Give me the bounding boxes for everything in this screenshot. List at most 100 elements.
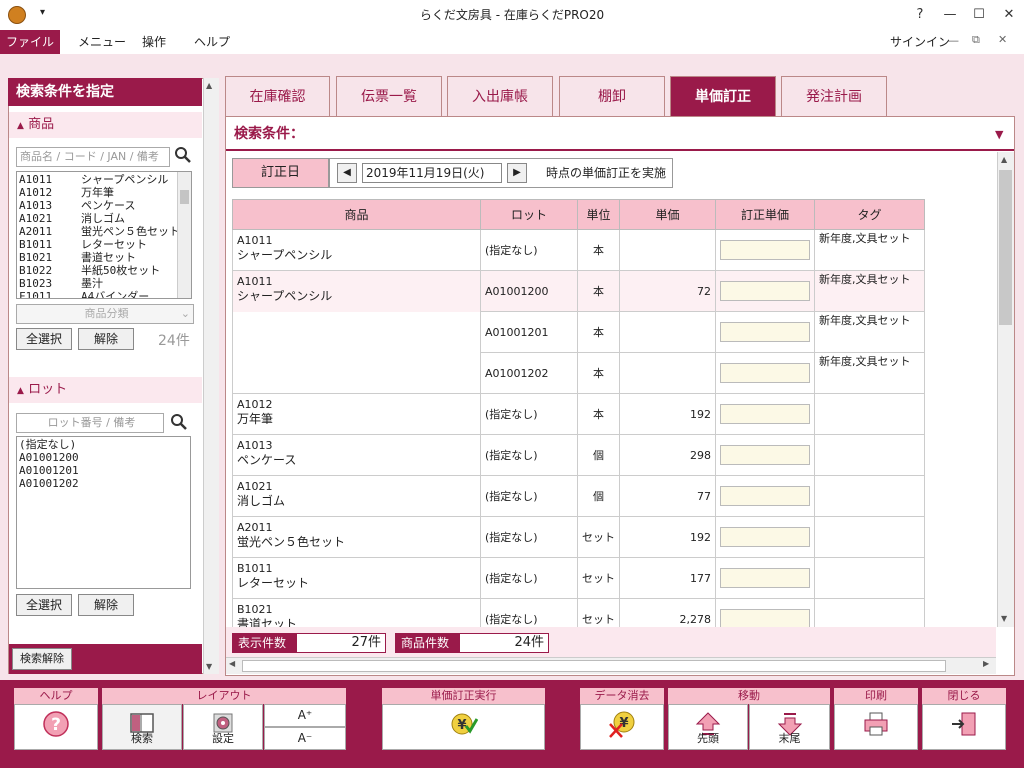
close-screen-button[interactable] bbox=[922, 704, 1006, 750]
lot-list-item[interactable]: A01001201 bbox=[19, 464, 188, 477]
lot-list[interactable]: (指定なし) A01001200 A01001201 A01001202 bbox=[16, 436, 191, 589]
tab-inventory[interactable]: 棚卸 bbox=[559, 76, 665, 116]
lot-section-header[interactable]: ▲ ロット bbox=[9, 377, 202, 403]
corrected-price-input[interactable] bbox=[720, 404, 810, 424]
product-list-item[interactable]: F1011 A4バインダー bbox=[19, 290, 189, 298]
layout-search-button[interactable]: 検索 bbox=[102, 704, 182, 750]
corrected-price-cell[interactable] bbox=[715, 475, 815, 517]
column-header-tag[interactable]: タグ bbox=[814, 199, 925, 230]
product-list-item[interactable]: B1011 レターセット bbox=[19, 238, 189, 251]
table-scroll-thumb[interactable] bbox=[999, 170, 1012, 325]
corrected-price-cell[interactable] bbox=[715, 516, 815, 558]
lot-search-input[interactable]: ロット番号 / 備考 bbox=[16, 413, 164, 433]
corrected-price-input[interactable] bbox=[720, 322, 810, 342]
minimize-button[interactable]: — bbox=[935, 0, 965, 30]
search-icon[interactable] bbox=[170, 413, 188, 431]
scroll-right-icon[interactable]: ▶ bbox=[983, 659, 989, 668]
product-list-item[interactable]: B1023 墨汁 bbox=[19, 277, 189, 290]
clear-data-button[interactable]: ¥ bbox=[580, 704, 664, 750]
tab-inout-ledger[interactable]: 入出庫帳 bbox=[447, 76, 553, 116]
left-panel-scrollbar[interactable] bbox=[203, 78, 219, 674]
clear-search-button[interactable]: 検索解除 bbox=[12, 648, 72, 670]
lot-clear-button[interactable]: 解除 bbox=[78, 594, 134, 616]
date-prev-button[interactable]: ◀ bbox=[337, 163, 357, 183]
corrected-price-input[interactable] bbox=[720, 363, 810, 383]
corrected-price-cell[interactable] bbox=[715, 393, 815, 435]
menu-menu[interactable]: メニュー bbox=[66, 30, 138, 54]
product-select-all-button[interactable]: 全選択 bbox=[16, 328, 72, 350]
tab-slip-list[interactable]: 伝票一覧 bbox=[336, 76, 442, 116]
table-row[interactable]: A1011 シャープペンシル A01001200 本 72 新年度,文具セット bbox=[232, 270, 925, 312]
ribbon-min-icon[interactable]: — bbox=[948, 34, 959, 47]
product-clear-button[interactable]: 解除 bbox=[78, 328, 134, 350]
column-header-lot[interactable]: ロット bbox=[480, 199, 578, 230]
corrected-price-input[interactable] bbox=[720, 486, 810, 506]
ribbon-restore-icon[interactable]: ⧉ bbox=[972, 33, 980, 47]
table-horizontal-scrollbar[interactable] bbox=[226, 657, 996, 674]
corrected-price-input[interactable] bbox=[720, 568, 810, 588]
product-list-item[interactable]: A1021 消しゴム bbox=[19, 212, 189, 225]
table-row[interactable]: A1013 ペンケース (指定なし) 個 298 bbox=[232, 434, 925, 476]
lot-list-item[interactable]: A01001202 bbox=[19, 477, 188, 490]
product-list[interactable]: A1011 シャープペンシル A1012 万年筆 A1013 ペンケース A1021 消しゴム… bbox=[16, 171, 192, 299]
lot-select-all-button[interactable]: 全選択 bbox=[16, 594, 72, 616]
layout-settings-button[interactable]: 設定 bbox=[183, 704, 263, 750]
column-header-corrected-price[interactable]: 訂正単価 bbox=[715, 199, 815, 230]
corrected-price-input[interactable] bbox=[720, 527, 810, 547]
table-row[interactable]: B1011 レターセット (指定なし) セット 177 bbox=[232, 557, 925, 599]
column-header-product[interactable]: 商品 bbox=[232, 199, 481, 230]
table-row[interactable]: A2011 蛍光ペン５色セット (指定なし) セット 192 bbox=[232, 516, 925, 558]
search-condition-bar[interactable]: 検索条件： bbox=[226, 117, 1014, 151]
product-list-item[interactable]: A1013 ペンケース bbox=[19, 199, 189, 212]
tab-price-correction[interactable]: 単価訂正 bbox=[670, 76, 776, 116]
product-list-item[interactable]: A1012 万年筆 bbox=[19, 186, 189, 199]
product-list-item[interactable]: B1022 半紙50枚セット bbox=[19, 264, 189, 277]
product-list-scrollbar[interactable] bbox=[177, 172, 191, 298]
scroll-left-icon[interactable]: ◀ bbox=[229, 659, 235, 668]
move-first-button[interactable]: 先頭 bbox=[668, 704, 748, 750]
ribbon-close-icon[interactable]: ✕ bbox=[998, 33, 1007, 46]
table-row[interactable]: A1012 万年筆 (指定なし) 本 192 bbox=[232, 393, 925, 435]
product-list-item[interactable]: A2011 蛍光ペン５色セット bbox=[19, 225, 189, 238]
product-list-item[interactable]: B1021 書道セット bbox=[19, 251, 189, 264]
corrected-price-cell[interactable] bbox=[715, 434, 815, 476]
corrected-price-input[interactable] bbox=[720, 281, 810, 301]
tab-order-plan[interactable]: 発注計画 bbox=[781, 76, 887, 116]
close-window-button[interactable]: ✕ bbox=[994, 0, 1024, 30]
corrected-price-input[interactable] bbox=[720, 609, 810, 629]
lot-list-item[interactable]: A01001200 bbox=[19, 451, 188, 464]
help-button[interactable]: ? bbox=[14, 704, 98, 750]
category-select[interactable]: 商品分類 ⌄ bbox=[16, 304, 194, 324]
product-list-item[interactable]: A1011 シャープペンシル bbox=[19, 173, 189, 186]
scroll-up-icon[interactable]: ▲ bbox=[206, 81, 212, 90]
menu-operation[interactable]: 操作 bbox=[130, 30, 178, 54]
maximize-button[interactable]: ☐ bbox=[964, 0, 994, 30]
correction-date-input[interactable]: 2019年11月19日(火) bbox=[362, 163, 502, 183]
menu-file[interactable]: ファイル bbox=[0, 30, 60, 54]
corrected-price-input[interactable] bbox=[720, 445, 810, 465]
corrected-price-cell[interactable] bbox=[715, 270, 815, 312]
font-decrease-button[interactable]: A⁻ bbox=[264, 727, 346, 750]
scroll-down-icon[interactable]: ▼ bbox=[1001, 614, 1007, 623]
scroll-down-icon[interactable]: ▼ bbox=[206, 662, 212, 671]
product-search-input[interactable]: 商品名 / コード / JAN / 備考 bbox=[16, 147, 170, 167]
corrected-price-input[interactable] bbox=[720, 240, 810, 260]
table-row[interactable]: A01001202 本 新年度,文具セット bbox=[232, 352, 925, 394]
menu-help[interactable]: ヘルプ bbox=[182, 30, 242, 54]
corrected-price-cell[interactable] bbox=[715, 352, 815, 394]
corrected-price-cell[interactable] bbox=[715, 229, 815, 271]
date-next-button[interactable]: ▶ bbox=[507, 163, 527, 183]
print-button[interactable] bbox=[834, 704, 918, 750]
move-last-button[interactable]: 末尾 bbox=[749, 704, 830, 750]
execute-price-correction-button[interactable]: ¥ bbox=[382, 704, 545, 750]
tab-stock-check[interactable]: 在庫確認 bbox=[225, 76, 330, 116]
table-row[interactable]: A1011 シャープペンシル (指定なし) 本新年度,文具セット bbox=[232, 229, 925, 271]
table-row[interactable]: A01001201 本 新年度,文具セット bbox=[232, 311, 925, 353]
expand-icon[interactable]: ▼ bbox=[995, 128, 1003, 141]
font-increase-button[interactable]: A⁺ bbox=[264, 704, 346, 727]
search-icon[interactable] bbox=[174, 146, 192, 164]
corrected-price-cell[interactable] bbox=[715, 311, 815, 353]
product-section-header[interactable]: ▲ 商品 bbox=[9, 112, 202, 138]
column-header-unit[interactable]: 単位 bbox=[577, 199, 620, 230]
help-window-button[interactable]: ? bbox=[905, 0, 935, 30]
